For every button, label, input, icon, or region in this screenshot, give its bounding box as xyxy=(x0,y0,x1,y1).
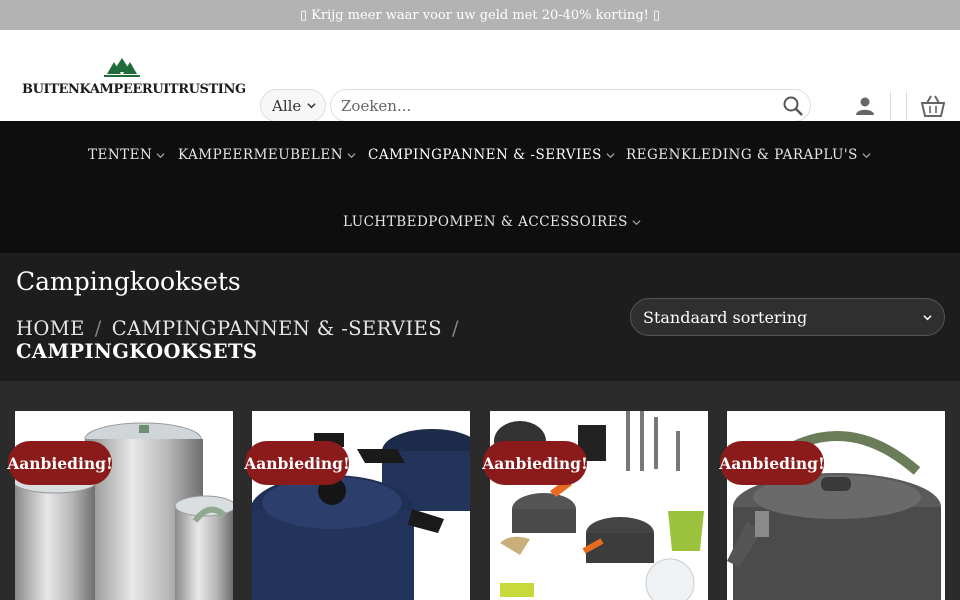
promo-bar: ▯ Krijg meer waar voor uw geld met 20-40… xyxy=(0,0,960,30)
category-select[interactable]: Alle xyxy=(260,89,326,122)
product-image xyxy=(727,411,945,600)
nav-item-label: TENTEN xyxy=(88,147,153,163)
user-account-icon[interactable] xyxy=(855,96,875,116)
site-header: BUITENKAMPEERUITRUSTING Alle xyxy=(0,30,960,122)
sale-badge: Aanbieding! xyxy=(244,441,350,485)
sale-badge: Aanbieding! xyxy=(719,441,825,485)
chevron-down-icon xyxy=(307,103,316,109)
page-title: Campingkooksets xyxy=(16,267,241,296)
logo-text: BUITENKAMPEERUITRUSTING xyxy=(22,82,246,97)
nav-item-tenten[interactable]: TENTEN xyxy=(88,147,165,163)
site-logo[interactable]: BUITENKAMPEERUITRUSTING xyxy=(22,58,246,100)
sale-badge-label: Aanbieding! xyxy=(719,453,825,473)
product-image xyxy=(490,411,708,600)
nav-item-luchtbedpompen[interactable]: LUCHTBEDPOMPEN & ACCESSOIRES xyxy=(343,214,641,230)
header-divider xyxy=(890,91,891,121)
chevron-down-icon xyxy=(923,315,932,321)
sale-badge: Aanbieding! xyxy=(482,441,588,485)
main-navigation: TENTEN KAMPEERMEUBELEN CAMPINGPANNEN & -… xyxy=(0,121,960,253)
search-icon[interactable] xyxy=(782,95,804,117)
sale-badge: Aanbieding! xyxy=(7,441,113,485)
breadcrumb-parent[interactable]: CAMPINGPANNEN & -SERVIES xyxy=(112,317,442,340)
nav-item-label: LUCHTBEDPOMPEN & ACCESSOIRES xyxy=(343,214,628,230)
nav-item-kampeermeubelen[interactable]: KAMPEERMEUBELEN xyxy=(178,147,356,163)
sale-badge-label: Aanbieding! xyxy=(482,453,588,473)
chevron-down-icon xyxy=(347,152,356,158)
chevron-down-icon xyxy=(632,219,641,225)
nav-item-label: REGENKLEDING & PARAPLU'S xyxy=(626,147,858,163)
sort-select-value: Standaard sortering xyxy=(643,307,808,327)
product-card[interactable] xyxy=(727,411,945,600)
search-box xyxy=(330,89,811,122)
product-card[interactable] xyxy=(490,411,708,600)
product-card[interactable] xyxy=(15,411,233,600)
chevron-down-icon xyxy=(862,152,871,158)
nav-item-regenkleding[interactable]: REGENKLEDING & PARAPLU'S xyxy=(626,147,871,163)
sale-badge-label: Aanbieding! xyxy=(7,453,113,473)
product-image xyxy=(15,411,233,600)
breadcrumb-current: CAMPINGKOOKSETS xyxy=(16,340,258,363)
chevron-down-icon xyxy=(156,152,165,158)
header-divider xyxy=(906,91,907,121)
nav-item-label: KAMPEERMEUBELEN xyxy=(178,147,344,163)
product-card[interactable] xyxy=(252,411,470,600)
breadcrumb-home[interactable]: HOME xyxy=(16,317,85,340)
product-grid: Aanbieding! Aanbieding! Aanbieding! Aanb… xyxy=(0,381,960,600)
nav-item-campingpannen[interactable]: CAMPINGPANNEN & -SERVIES xyxy=(368,147,615,163)
sale-badge-label: Aanbieding! xyxy=(244,453,350,473)
sort-select[interactable]: Standaard sortering xyxy=(630,298,945,336)
chevron-down-icon xyxy=(606,152,615,158)
breadcrumb-separator: / xyxy=(451,317,459,340)
basket-icon[interactable] xyxy=(920,94,946,118)
breadcrumb: HOME / CAMPINGPANNEN & -SERVIES / CAMPINGKO… xyxy=(16,317,476,363)
category-select-value: Alle xyxy=(272,96,302,115)
nav-item-label: CAMPINGPANNEN & -SERVIES xyxy=(368,147,602,163)
category-header: Campingkooksets HOME / CAMPINGPANNEN & -SE… xyxy=(0,253,960,381)
search-input[interactable] xyxy=(341,95,761,117)
promo-text: ▯ Krijg meer waar voor uw geld met 20-40… xyxy=(299,7,661,23)
product-image xyxy=(252,411,470,600)
breadcrumb-separator: / xyxy=(94,317,102,340)
tree-logo-icon xyxy=(104,58,140,77)
